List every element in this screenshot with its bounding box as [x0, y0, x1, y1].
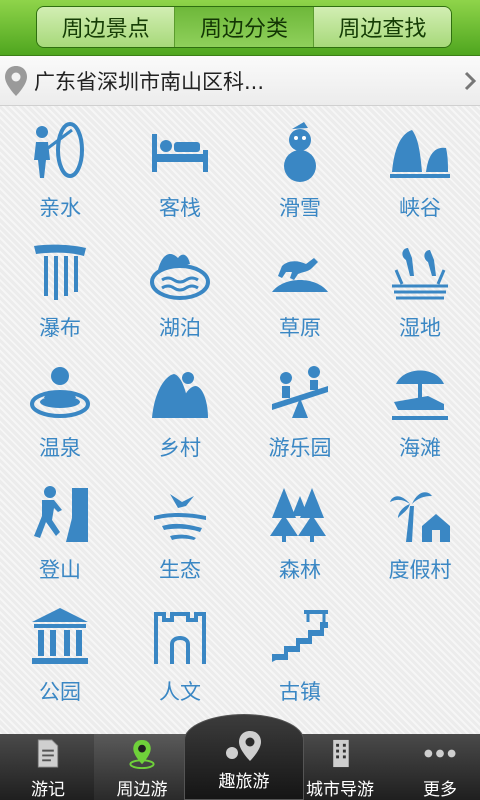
top-tab-bar: 周边景点 周边分类 周边查找 — [0, 0, 480, 56]
great-wall-icon — [154, 612, 206, 664]
category-label: 公园 — [39, 680, 81, 704]
nav-label: 更多 — [423, 780, 457, 800]
category-item[interactable]: 海滩 — [360, 346, 480, 466]
category-label: 登山 — [39, 558, 81, 582]
nav-more[interactable]: 更多 — [392, 734, 480, 800]
city-building-icon — [333, 739, 349, 768]
hot-spring-icon — [30, 367, 90, 418]
climber-icon — [34, 486, 88, 542]
category-label: 滑雪 — [279, 196, 321, 220]
category-label: 游乐园 — [268, 436, 332, 460]
category-label: 度假村 — [388, 558, 452, 582]
category-item[interactable]: 客栈 — [120, 106, 240, 226]
category-item[interactable]: 游乐园 — [240, 346, 360, 466]
category-label: 湖泊 — [159, 316, 201, 340]
nav-travel-notes[interactable]: 游记 — [0, 734, 96, 800]
seesaw-icon — [272, 366, 328, 418]
category-label: 瀑布 — [39, 316, 81, 340]
category-label: 森林 — [279, 558, 321, 582]
category-item[interactable]: 登山 — [0, 468, 120, 588]
category-grid: 亲水 客栈 滑雪 峡谷 瀑布 湖泊 草原 湿地 温泉 乡村 游乐园 海滩 登山 … — [0, 106, 480, 734]
location-text: 广东省深圳市南山区科... — [34, 69, 265, 94]
water-sports-icon — [34, 122, 84, 178]
forest-icon — [270, 488, 326, 542]
category-label: 温泉 — [39, 436, 81, 460]
nav-label: 周边游 — [116, 780, 168, 800]
nav-nearby-tour[interactable]: 周边游 — [94, 734, 190, 800]
more-dots-icon — [424, 749, 456, 758]
village-icon — [152, 372, 208, 418]
category-label: 人文 — [159, 680, 201, 704]
category-label: 峡谷 — [399, 196, 441, 220]
tab-nearby-spots[interactable]: 周边景点 — [37, 7, 176, 47]
category-label: 古镇 — [279, 680, 321, 704]
ancient-stairs-icon — [272, 610, 328, 662]
category-label: 亲水 — [39, 196, 81, 220]
map-pin-icon — [5, 65, 27, 96]
beach-umbrella-icon — [392, 370, 448, 420]
category-item[interactable]: 公园 — [0, 590, 120, 710]
lake-icon — [150, 254, 210, 300]
document-icon — [37, 739, 59, 768]
category-item[interactable]: 度假村 — [360, 468, 480, 588]
snowman-icon — [284, 122, 316, 182]
category-item[interactable]: 亲水 — [0, 106, 120, 226]
resort-palm-icon — [390, 492, 450, 542]
category-item[interactable]: 乡村 — [120, 346, 240, 466]
inn-bed-icon — [152, 134, 208, 172]
category-item[interactable]: 人文 — [120, 590, 240, 710]
waterfall-icon — [34, 244, 86, 300]
category-item[interactable]: 温泉 — [0, 346, 120, 466]
location-bar[interactable]: 广东省深圳市南山区科... — [0, 56, 480, 106]
ecology-bird-icon — [154, 494, 206, 540]
category-item[interactable]: 瀑布 — [0, 226, 120, 346]
category-item[interactable]: 生态 — [120, 468, 240, 588]
category-item[interactable]: 湿地 — [360, 226, 480, 346]
park-temple-icon — [32, 608, 88, 664]
nav-label: 趣旅游 — [218, 772, 270, 792]
segmented-control: 周边景点 周边分类 周边查找 — [36, 6, 452, 48]
nav-label: 城市导游 — [306, 780, 374, 800]
chevron-right-icon[interactable] — [462, 70, 478, 92]
grassland-horse-icon — [272, 258, 328, 292]
category-label: 草原 — [279, 316, 321, 340]
location-pin-icon — [129, 739, 155, 769]
canyon-icon — [390, 130, 450, 178]
nav-city-guide[interactable]: 城市导游 — [292, 734, 388, 800]
category-label: 生态 — [159, 558, 201, 582]
category-item[interactable]: 滑雪 — [240, 106, 360, 226]
fun-travel-icon — [226, 731, 261, 761]
category-label: 湿地 — [399, 316, 441, 340]
nav-label: 游记 — [31, 780, 65, 800]
category-label: 乡村 — [159, 436, 201, 460]
wetland-bird-icon — [392, 248, 448, 300]
category-item[interactable]: 草原 — [240, 226, 360, 346]
tab-nearby-search[interactable]: 周边查找 — [313, 7, 451, 47]
category-label: 客栈 — [159, 196, 201, 220]
nav-fun-travel[interactable]: 趣旅游 — [184, 714, 304, 800]
category-item[interactable]: 湖泊 — [120, 226, 240, 346]
tab-nearby-categories[interactable]: 周边分类 — [175, 7, 314, 47]
category-item[interactable]: 森林 — [240, 468, 360, 588]
category-item[interactable]: 峡谷 — [360, 106, 480, 226]
category-label: 海滩 — [399, 436, 441, 460]
category-item[interactable]: 古镇 — [240, 590, 360, 710]
